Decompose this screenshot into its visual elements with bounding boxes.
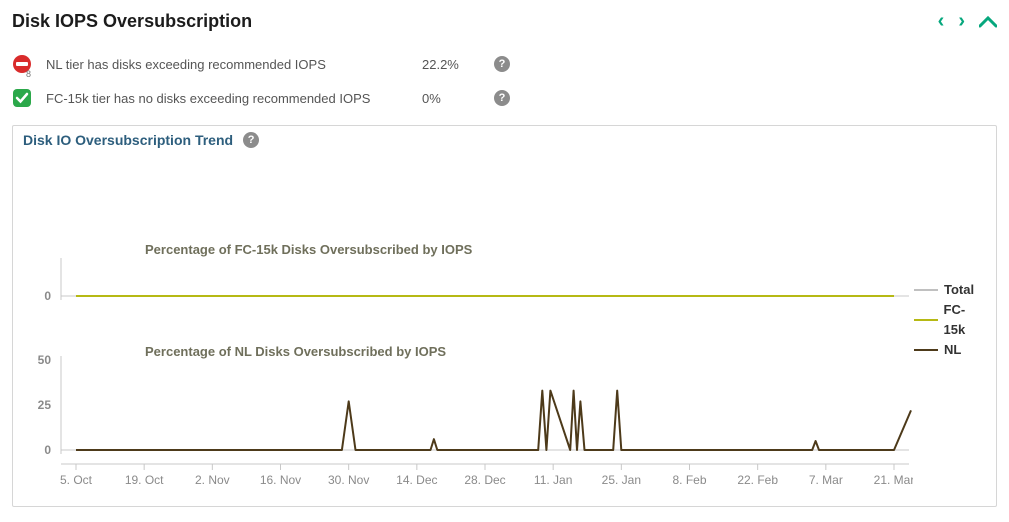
svg-text:2. Nov: 2. Nov: [195, 473, 230, 487]
status-pct: 22.2%: [422, 57, 494, 72]
status-row-nl: 8 NL tier has disks exceeding recommende…: [12, 47, 997, 81]
svg-text:25: 25: [38, 398, 52, 412]
svg-text:50: 50: [38, 353, 52, 367]
chart-subtitle-fc: Percentage of FC-15k Disks Oversubscribe…: [145, 242, 472, 257]
svg-text:11. Jan: 11. Jan: [534, 473, 572, 487]
check-ok-icon: [12, 88, 38, 108]
legend: Total FC-15k NL: [914, 150, 986, 490]
legend-label: FC-15k: [944, 300, 986, 340]
chart-svg: 0 0 25 50 5. Oct 19. Oct 2. Nov 16. Nov 30. Nov 1…: [23, 150, 913, 488]
chart-area: Percentage of FC-15k Disks Oversubscribe…: [23, 150, 914, 490]
help-icon[interactable]: ?: [494, 90, 510, 106]
prev-icon[interactable]: ‹: [938, 10, 945, 33]
help-icon[interactable]: ?: [243, 132, 259, 148]
chart-subtitle-nl: Percentage of NL Disks Oversubscribed by…: [145, 344, 446, 359]
svg-text:0: 0: [44, 289, 51, 303]
svg-text:16. Nov: 16. Nov: [260, 473, 301, 487]
svg-text:14. Dec: 14. Dec: [396, 473, 437, 487]
svg-text:7. Mar: 7. Mar: [809, 473, 843, 487]
no-entry-icon: 8: [12, 54, 38, 74]
trend-panel: Disk IO Oversubscription Trend ? Percent…: [12, 125, 997, 507]
svg-text:8. Feb: 8. Feb: [672, 473, 706, 487]
svg-text:28. Dec: 28. Dec: [464, 473, 505, 487]
panel-title: Disk IO Oversubscription Trend: [23, 132, 233, 148]
status-sub-count: 8: [26, 69, 31, 79]
svg-text:30. Nov: 30. Nov: [328, 473, 369, 487]
next-icon[interactable]: ›: [958, 10, 965, 33]
help-icon[interactable]: ?: [494, 56, 510, 72]
status-pct: 0%: [422, 91, 494, 106]
svg-text:22. Feb: 22. Feb: [737, 473, 778, 487]
legend-item-total[interactable]: Total: [914, 280, 986, 300]
svg-text:5. Oct: 5. Oct: [60, 473, 93, 487]
collapse-icon[interactable]: [979, 15, 997, 29]
status-row-fc: FC-15k tier has no disks exceeding recom…: [12, 81, 997, 115]
legend-item-fc15k[interactable]: FC-15k: [914, 300, 986, 340]
svg-text:25. Jan: 25. Jan: [602, 473, 641, 487]
status-text: FC-15k tier has no disks exceeding recom…: [38, 91, 422, 106]
status-text: NL tier has disks exceeding recommended …: [38, 57, 422, 72]
svg-text:19. Oct: 19. Oct: [125, 473, 164, 487]
svg-text:0: 0: [44, 443, 51, 457]
legend-label: NL: [944, 340, 961, 360]
legend-item-nl[interactable]: NL: [914, 340, 986, 360]
legend-label: Total: [944, 280, 974, 300]
svg-text:21. Mar: 21. Mar: [874, 473, 913, 487]
page-title: Disk IOPS Oversubscription: [12, 11, 938, 32]
